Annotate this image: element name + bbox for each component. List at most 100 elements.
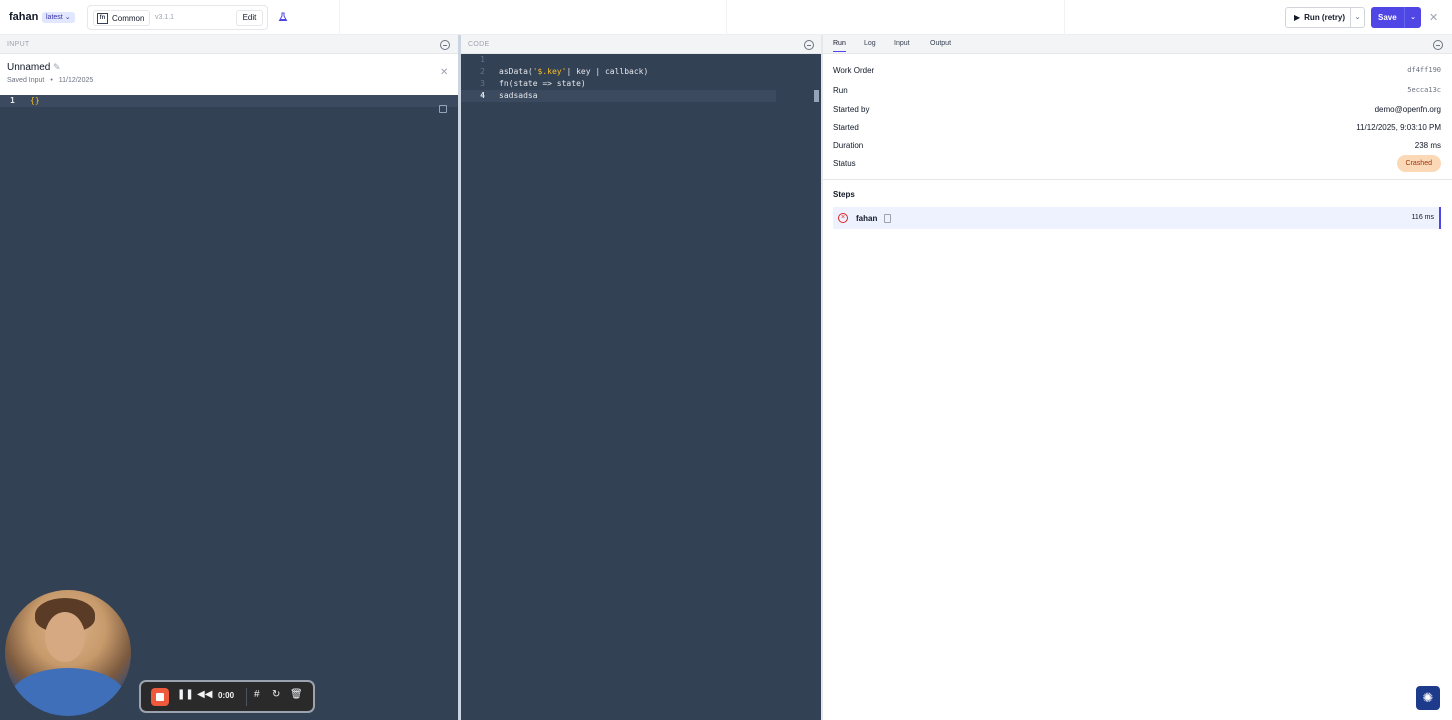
- adaptor-picker: fn Common v3.1.1 Edit: [87, 5, 268, 30]
- run-tabs: Run Log Input Output: [823, 35, 1452, 54]
- step-row[interactable]: × fahan 116 ms: [833, 207, 1441, 229]
- started-label: Started: [833, 123, 859, 132]
- restart-icon[interactable]: ↻: [272, 689, 280, 700]
- editor-line-active: 4 sadsadsa: [461, 90, 776, 102]
- status-badge: Crashed: [1396, 155, 1441, 172]
- steps-title: Steps: [833, 190, 855, 199]
- flask-icon[interactable]: [278, 12, 288, 22]
- chevron-down-icon: ⌄: [64, 14, 71, 21]
- code-panel-title: CODE: [468, 41, 490, 48]
- clear-input-icon[interactable]: ✕: [440, 67, 448, 78]
- webcam-figure: [10, 668, 126, 716]
- duration-label: Duration: [833, 141, 864, 150]
- run-options-chevron-icon[interactable]: ⌄: [1350, 8, 1364, 27]
- run-retry-button[interactable]: ▶ Run (retry) ⌄: [1285, 7, 1365, 28]
- run-retry-label: Run (retry): [1304, 13, 1346, 22]
- line-text: {}: [30, 96, 40, 105]
- adaptor-name: Common: [112, 13, 145, 23]
- trash-icon[interactable]: 🗑: [290, 689, 303, 700]
- run-panel: Run Log Input Output Work Order df4ff190…: [823, 35, 1452, 720]
- version-select[interactable]: latest ⌄: [42, 12, 75, 23]
- input-meta: Unnamed ✎ Saved Input • 11/12/2025 ✕: [0, 54, 458, 95]
- editor-line: 1 {}: [0, 95, 458, 107]
- version-label: latest: [46, 14, 63, 21]
- work-order-label: Work Order: [833, 66, 875, 75]
- saved-input-label: Saved Input: [7, 77, 45, 84]
- code-token: | key | callback): [566, 67, 649, 76]
- document-icon[interactable]: [884, 214, 891, 223]
- status-label: Status: [833, 159, 856, 168]
- collapse-code-icon[interactable]: [804, 40, 814, 50]
- line-number: 1: [480, 55, 485, 64]
- x-circle-icon: ×: [838, 213, 848, 223]
- started-value: 11/12/2025, 9:03:10 PM: [1356, 123, 1441, 132]
- recording-time: 0:00: [218, 691, 235, 700]
- step-duration: 116 ms: [1411, 214, 1434, 221]
- editor-line: 1: [461, 54, 821, 66]
- input-saved-meta: Saved Input • 11/12/2025: [7, 77, 93, 84]
- toolbar-divider: [1064, 0, 1065, 35]
- editor-scrollbar[interactable]: [814, 90, 819, 102]
- line-number: 3: [480, 79, 485, 88]
- editor-line: 2 asData('$.key'| key | callback): [461, 66, 821, 78]
- edit-adaptor-button[interactable]: Edit: [236, 10, 263, 26]
- toolbar-divider: [339, 0, 340, 35]
- help-icon[interactable]: ✺: [1416, 686, 1440, 710]
- code-token: asData(: [499, 67, 533, 76]
- top-bar: fahan latest ⌄ fn Common v3.1.1 Edit ▶ Ru…: [0, 0, 1452, 35]
- section-divider: [823, 179, 1452, 180]
- work-order-row: Work Order df4ff190: [833, 66, 1441, 80]
- grid-icon[interactable]: #: [254, 689, 260, 700]
- close-icon[interactable]: ✕: [1429, 11, 1438, 24]
- tab-run[interactable]: Run: [833, 40, 846, 52]
- input-name: Unnamed: [7, 62, 51, 73]
- stop-recording-button[interactable]: [151, 688, 169, 706]
- pencil-icon[interactable]: ✎: [53, 62, 61, 73]
- duration-row: Duration 238 ms: [833, 141, 1441, 155]
- webcam-overlay: [5, 590, 131, 716]
- adaptor-select[interactable]: fn Common: [93, 10, 151, 26]
- toolbar-divider: [726, 0, 727, 35]
- meta-dot: •: [50, 77, 53, 84]
- line-number: 4: [480, 91, 485, 100]
- line-number: 1: [10, 96, 15, 105]
- run-id[interactable]: 5ecca13c: [1407, 86, 1441, 94]
- rewind-icon[interactable]: ◀◀: [197, 689, 212, 700]
- copy-icon[interactable]: [439, 105, 447, 113]
- code-editor[interactable]: 1 2 asData('$.key'| key | callback) 3 fn…: [461, 54, 821, 720]
- work-order-id[interactable]: df4ff190: [1407, 66, 1441, 74]
- collapse-input-icon[interactable]: [440, 40, 450, 50]
- job-name: fahan: [9, 11, 39, 23]
- screen-recorder-bar: ❚❚ ◀◀ 0:00 # ↻ 🗑: [139, 680, 315, 713]
- tab-log[interactable]: Log: [864, 40, 876, 47]
- webcam-figure: [45, 612, 85, 662]
- run-label: Run: [833, 86, 848, 95]
- line-text: sadsadsa: [499, 91, 538, 100]
- saved-input-date: 11/12/2025: [58, 77, 94, 84]
- duration-value: 238 ms: [1414, 141, 1441, 150]
- started-by-label: Started by: [833, 105, 870, 114]
- code-panel-header: CODE: [461, 35, 821, 54]
- editor-line: 3 fn(state => state): [461, 78, 821, 90]
- tab-input[interactable]: Input: [894, 40, 910, 47]
- started-row: Started 11/12/2025, 9:03:10 PM: [833, 123, 1441, 137]
- save-button[interactable]: Save ⌄: [1371, 7, 1421, 28]
- collapse-run-icon[interactable]: [1433, 40, 1443, 50]
- status-row: Status Crashed: [833, 155, 1441, 173]
- input-panel-header: INPUT: [0, 35, 458, 54]
- pause-icon[interactable]: ❚❚: [177, 689, 194, 700]
- recorder-divider: [246, 688, 247, 706]
- step-name: fahan: [856, 214, 878, 223]
- started-by-value: demo@openfn.org: [1374, 105, 1441, 114]
- code-string-token: '$.key': [532, 67, 567, 76]
- save-options-chevron-icon[interactable]: ⌄: [1404, 7, 1421, 28]
- input-panel-title: INPUT: [7, 41, 30, 48]
- run-row: Run 5ecca13c: [833, 86, 1441, 100]
- adaptor-fn-icon: fn: [97, 12, 108, 24]
- tab-output[interactable]: Output: [930, 40, 951, 47]
- line-text: asData('$.key'| key | callback): [499, 67, 648, 76]
- started-by-row: Started by demo@openfn.org: [833, 105, 1441, 119]
- save-label: Save: [1378, 13, 1397, 22]
- play-icon: ▶: [1294, 13, 1301, 22]
- line-number: 2: [480, 67, 485, 76]
